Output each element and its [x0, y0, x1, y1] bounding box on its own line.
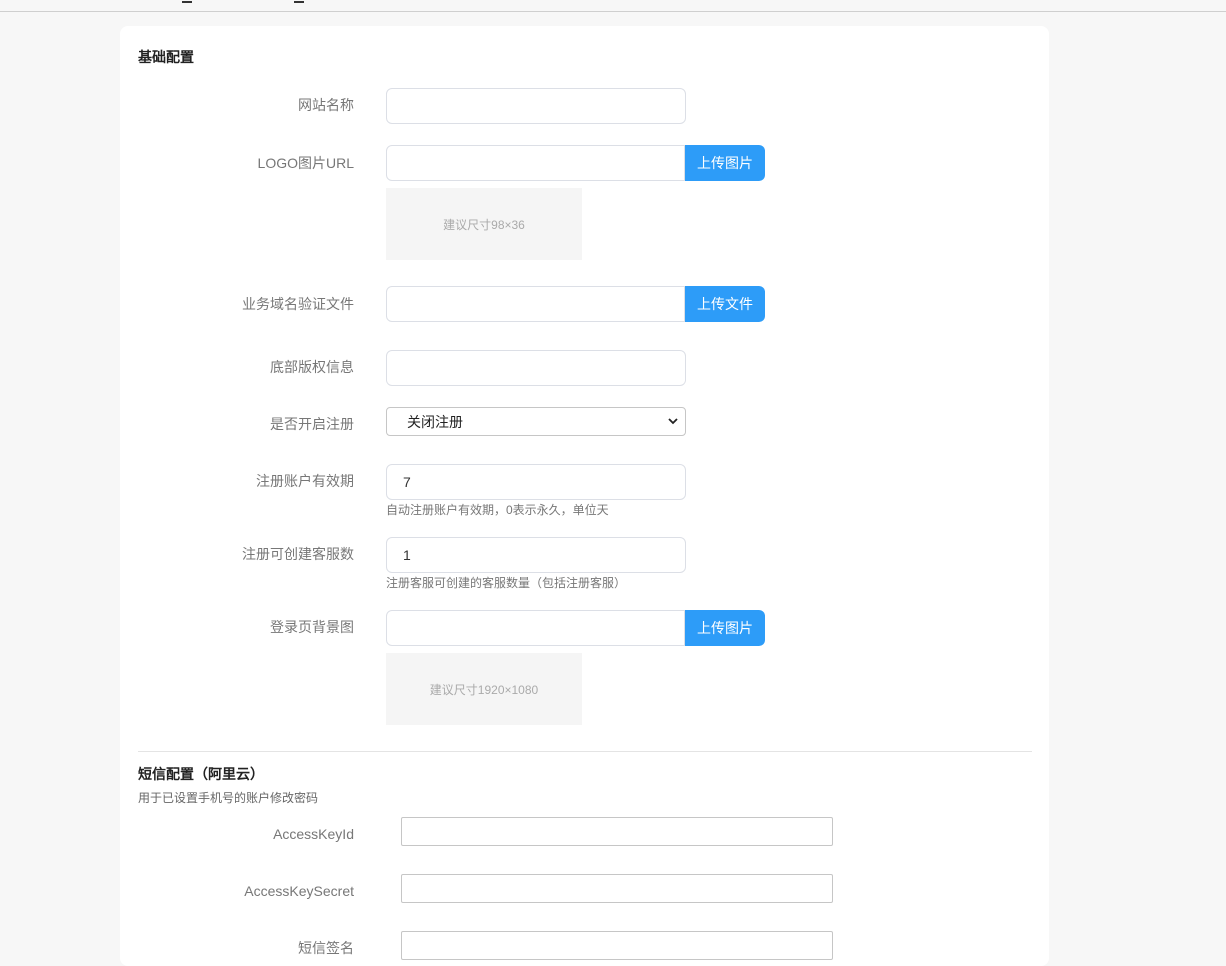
access-key-id-input[interactable]: [401, 817, 833, 846]
domain-file-input[interactable]: [386, 286, 685, 322]
section-title-basic: 基础配置: [138, 49, 194, 65]
login-bg-upload-button[interactable]: 上传图片: [685, 610, 765, 646]
section-divider: [138, 751, 1032, 752]
top-bar-fragment: [294, 0, 304, 3]
register-label: 是否开启注册: [270, 416, 354, 432]
top-bar: [0, 0, 1226, 12]
cs-count-input[interactable]: 1: [386, 537, 686, 573]
cs-count-hint: 注册客服可创建的客服数量（包括注册客服）: [386, 576, 627, 590]
register-select-value: 关闭注册: [407, 413, 463, 430]
validity-hint: 自动注册账户有效期，0表示永久，单位天: [386, 503, 609, 517]
logo-preview-text: 建议尺寸98×36: [443, 217, 525, 232]
access-key-secret-label: AccessKeySecret: [244, 883, 354, 899]
cs-count-label: 注册可创建客服数: [242, 546, 354, 562]
login-bg-input[interactable]: [386, 610, 685, 646]
logo-preview: 建议尺寸98×36: [386, 188, 582, 260]
access-key-id-label: AccessKeyId: [273, 826, 354, 842]
login-bg-preview-text: 建议尺寸1920×1080: [429, 682, 539, 697]
validity-label: 注册账户有效期: [256, 473, 354, 489]
settings-card: 基础配置 网站名称 LOGO图片URL 上传图片 建议尺寸98×36 业务域名验…: [120, 26, 1049, 966]
access-key-secret-input[interactable]: [401, 874, 833, 903]
login-bg-preview: 建议尺寸1920×1080: [386, 653, 582, 725]
sms-sign-label: 短信签名: [298, 940, 354, 956]
validity-input[interactable]: 7: [386, 464, 686, 500]
copyright-input[interactable]: [386, 350, 686, 386]
chevron-down-icon: [668, 418, 678, 425]
site-name-label: 网站名称: [298, 97, 354, 113]
logo-upload-button[interactable]: 上传图片: [685, 145, 765, 181]
sms-description: 用于已设置手机号的账户修改密码: [138, 791, 319, 805]
domain-file-label: 业务域名验证文件: [242, 296, 354, 312]
logo-url-label: LOGO图片URL: [257, 155, 354, 171]
logo-url-input[interactable]: [386, 145, 685, 181]
top-bar-fragment: [182, 0, 192, 3]
register-select[interactable]: 关闭注册: [386, 407, 686, 436]
copyright-label: 底部版权信息: [270, 359, 354, 375]
site-name-input[interactable]: [386, 88, 686, 124]
domain-file-upload-button[interactable]: 上传文件: [685, 286, 765, 322]
login-bg-label: 登录页背景图: [270, 619, 354, 635]
section-title-sms: 短信配置（阿里云）: [138, 766, 264, 782]
